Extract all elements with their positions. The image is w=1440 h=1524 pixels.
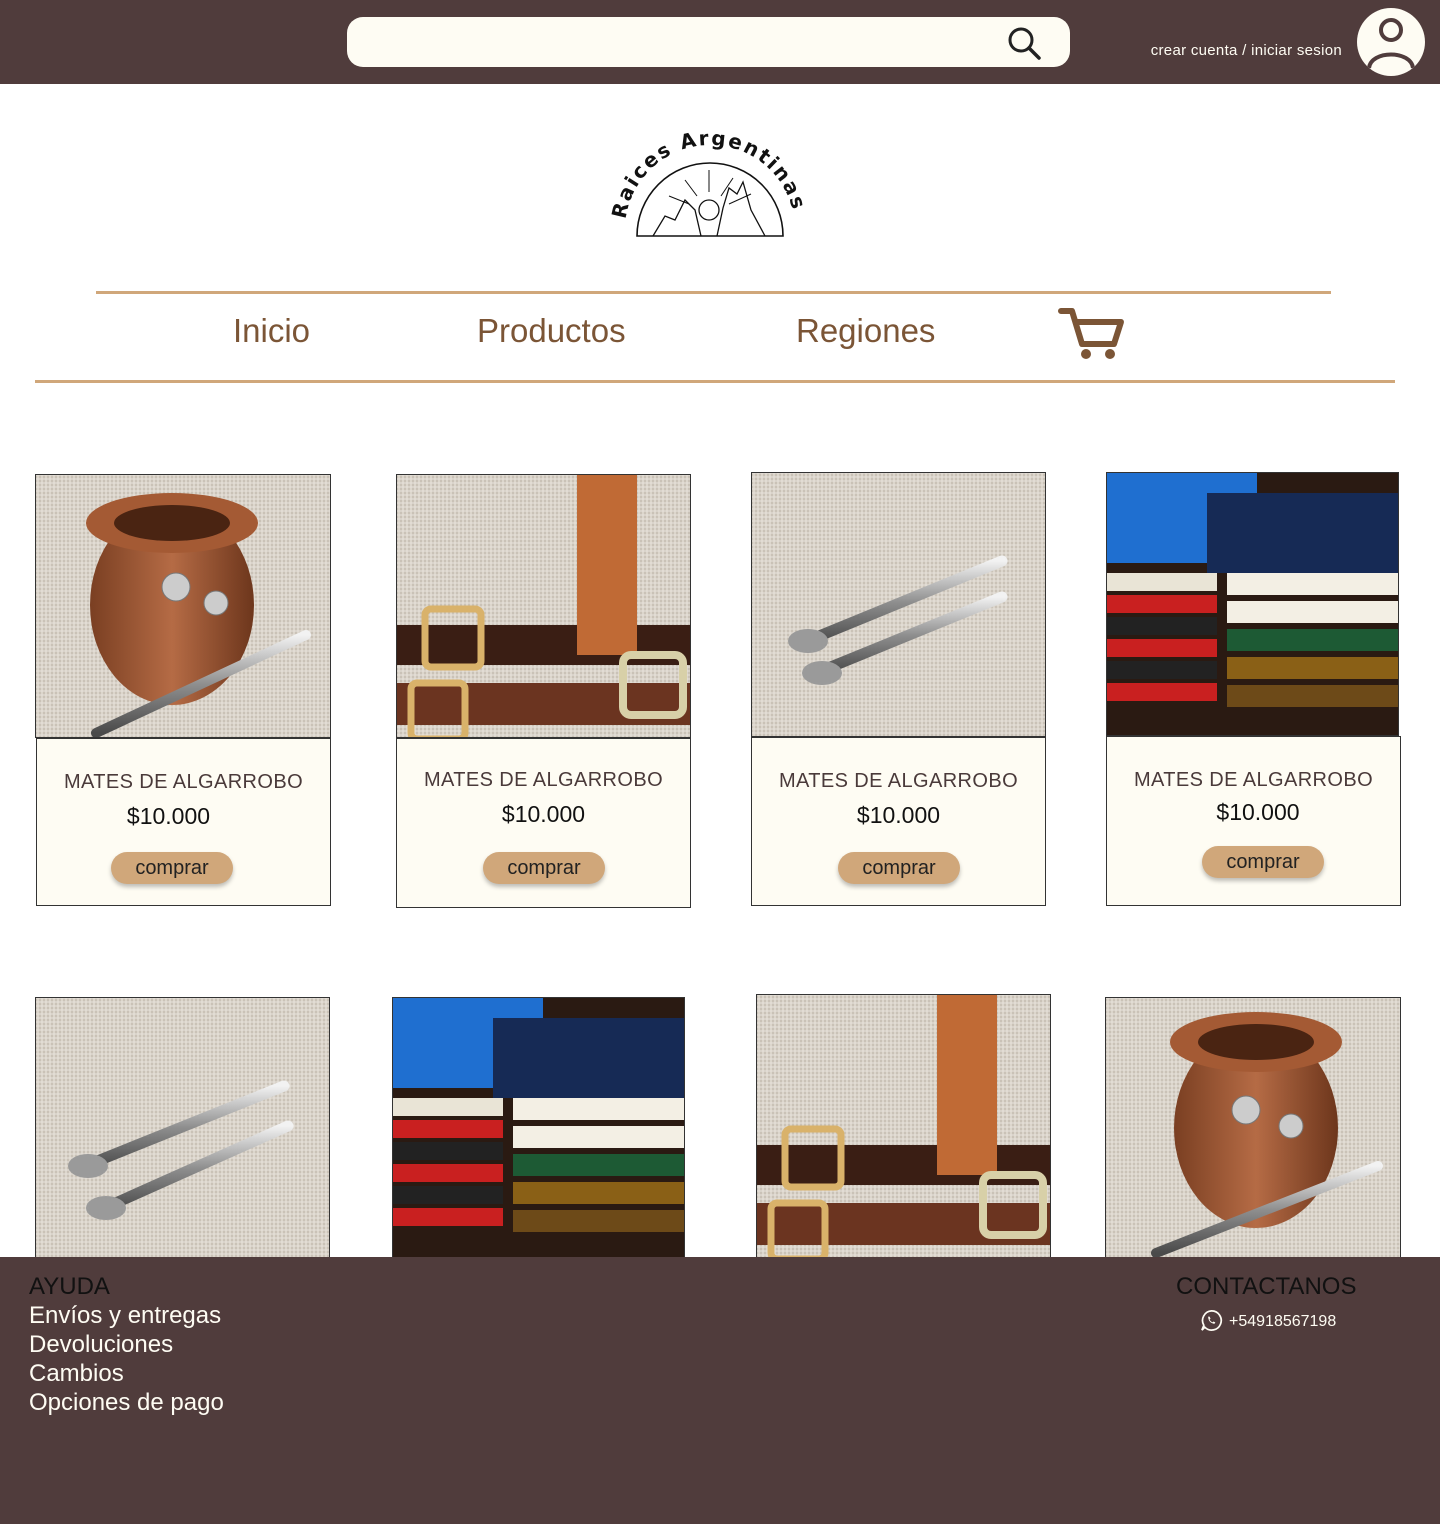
top-bar: crear cuenta / iniciar sesion <box>0 0 1440 84</box>
buy-button[interactable]: comprar <box>1202 846 1324 878</box>
account-link[interactable]: crear cuenta / iniciar sesion <box>1151 42 1342 59</box>
product-info: MATES DE ALGARROBO $10.000 comprar <box>36 738 331 906</box>
nav-divider-top <box>96 291 1331 294</box>
product-image-belts[interactable] <box>756 994 1051 1259</box>
contact-phone[interactable]: +54918567198 <box>1229 1313 1336 1331</box>
product-price: $10.000 <box>501 801 586 827</box>
help-link-pagos[interactable]: Opciones de pago <box>29 1389 224 1417</box>
product-name: MATES DE ALGARROBO <box>778 770 1019 792</box>
product-price: $10.000 <box>126 803 211 829</box>
product-image-bombillas[interactable] <box>35 997 330 1259</box>
product-info: MATES DE ALGARROBO $10.000 comprar <box>396 738 691 908</box>
brand-logo: Raices Argentinas <box>605 126 815 245</box>
help-title: AYUDA <box>29 1273 110 1300</box>
nav-item-productos[interactable]: Productos <box>477 312 626 350</box>
buy-button[interactable]: comprar <box>838 852 960 884</box>
product-price: $10.000 <box>856 802 941 828</box>
search-icon[interactable] <box>1006 25 1042 61</box>
nav-divider-bottom <box>35 380 1395 383</box>
product-image-bombillas[interactable] <box>751 472 1046 737</box>
help-link-cambios[interactable]: Cambios <box>29 1360 124 1388</box>
product-image-belts[interactable] <box>396 474 691 738</box>
product-price: $10.000 <box>1216 799 1300 825</box>
product-name: MATES DE ALGARROBO <box>63 771 304 793</box>
product-image-mate[interactable] <box>1105 997 1401 1259</box>
nav-item-regiones[interactable]: Regiones <box>796 312 935 350</box>
nav-item-inicio[interactable]: Inicio <box>233 312 310 350</box>
buy-button[interactable]: comprar <box>483 852 605 884</box>
search-input[interactable] <box>347 17 1070 67</box>
product-image-textiles[interactable] <box>1106 472 1399 736</box>
user-avatar-icon[interactable] <box>1357 8 1425 76</box>
product-image-textiles[interactable] <box>392 997 685 1259</box>
product-info: MATES DE ALGARROBO $10.000 comprar <box>751 737 1046 906</box>
contact-title: CONTACTANOS <box>1176 1273 1357 1300</box>
product-name: MATES DE ALGARROBO <box>1133 769 1374 791</box>
product-info: MATES DE ALGARROBO $10.000 comprar <box>1106 736 1401 906</box>
product-image-mate[interactable] <box>35 474 331 738</box>
buy-button[interactable]: comprar <box>111 852 233 884</box>
help-link-envios[interactable]: Envíos y entregas <box>29 1302 221 1330</box>
whatsapp-icon[interactable] <box>1200 1309 1223 1332</box>
help-link-devoluciones[interactable]: Devoluciones <box>29 1331 173 1359</box>
product-name: MATES DE ALGARROBO <box>423 769 664 791</box>
footer: AYUDA Envíos y entregas Devoluciones Cam… <box>0 1257 1440 1524</box>
cart-icon[interactable] <box>1058 306 1126 362</box>
